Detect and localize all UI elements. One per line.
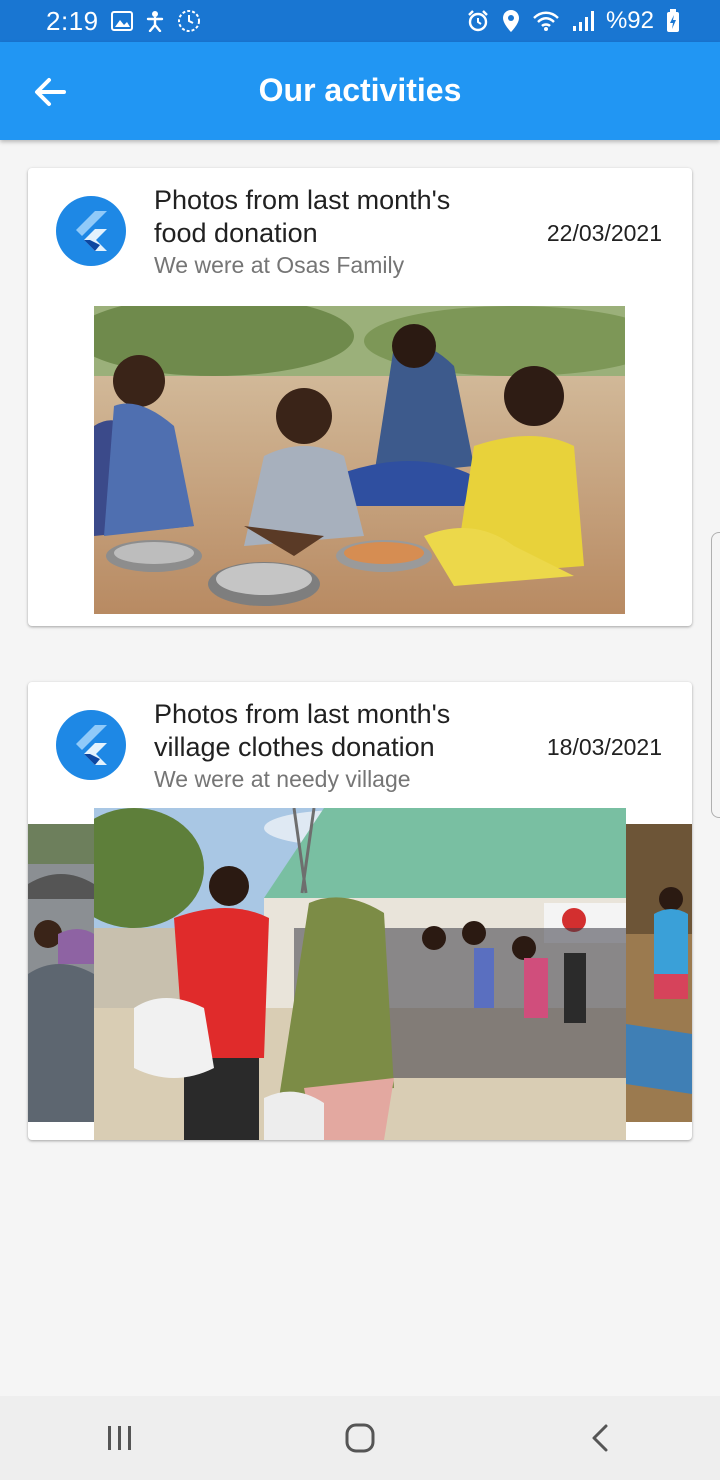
activity-card[interactable]: Photos from last month's village clothes… xyxy=(28,682,692,1140)
back-icon xyxy=(592,1424,608,1452)
carousel-next-photo[interactable] xyxy=(626,824,692,1122)
activity-subtitle: We were at Osas Family xyxy=(154,252,405,278)
activity-title: Photos from last month's village clothes… xyxy=(154,699,451,762)
flutter-logo-icon xyxy=(56,710,126,780)
home-icon xyxy=(345,1423,375,1453)
activity-title: Photos from last month's food donation xyxy=(154,185,451,248)
home-button[interactable] xyxy=(330,1413,390,1463)
alarm-icon xyxy=(468,10,488,32)
activity-card[interactable]: Photos from last month's food donation W… xyxy=(28,168,692,626)
battery-percent: %92 xyxy=(605,7,654,34)
accessibility-icon xyxy=(146,11,163,32)
wifi-icon xyxy=(533,11,559,31)
status-bar: 2:19 %92 xyxy=(0,0,720,42)
system-nav-bar xyxy=(0,1396,720,1480)
scroll-indicator[interactable] xyxy=(711,532,720,818)
sync-icon xyxy=(177,10,200,32)
gallery-icon xyxy=(110,11,133,31)
recent-apps-button[interactable] xyxy=(90,1413,150,1463)
status-left: 2:19 xyxy=(46,6,201,37)
food-donation-photo[interactable] xyxy=(94,306,625,614)
signal-icon xyxy=(572,11,594,31)
battery-charging-icon xyxy=(667,9,679,32)
flutter-logo-icon xyxy=(56,196,126,266)
status-right: %92 xyxy=(466,7,680,35)
system-back-button[interactable] xyxy=(570,1413,630,1463)
activity-date: 18/03/2021 xyxy=(546,734,662,760)
carousel-prev-photo[interactable] xyxy=(28,824,94,1122)
status-time: 2:19 xyxy=(46,5,99,36)
clothes-donation-photo[interactable] xyxy=(94,808,626,1140)
app-bar: Our activities xyxy=(0,42,720,140)
page-title: Our activities xyxy=(258,72,462,108)
activity-date: 22/03/2021 xyxy=(546,220,662,246)
location-icon xyxy=(502,10,519,32)
activity-subtitle: We were at needy village xyxy=(154,766,411,792)
recent-apps-icon xyxy=(108,1426,131,1450)
